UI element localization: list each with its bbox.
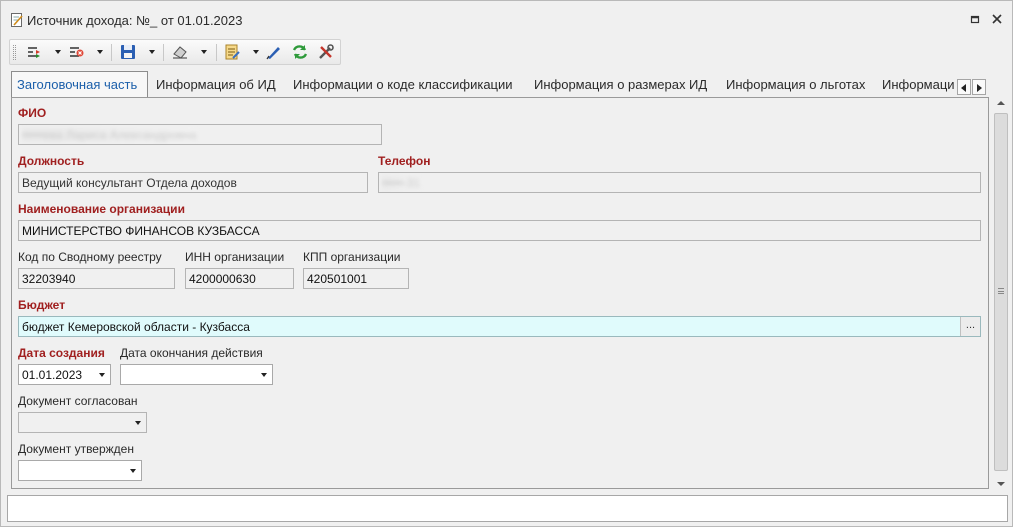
tools-button[interactable] (316, 42, 336, 62)
actions-button[interactable] (24, 42, 62, 62)
edit-icon (266, 47, 280, 60)
tab-scroll-left[interactable] (957, 79, 971, 95)
tab-more[interactable]: Информаци (882, 73, 956, 96)
budget-label: Бюджет (18, 298, 66, 312)
tab-classification-code[interactable]: Информации о коде классификации (293, 73, 513, 96)
tab-id-amounts[interactable]: Информация о размерах ИД (534, 73, 707, 96)
expires-date-picker[interactable] (120, 364, 273, 385)
created-date-picker[interactable]: 01.01.2023 (18, 364, 111, 385)
org-name-label: Наименование организации (18, 202, 185, 216)
inn-label: ИНН организации (185, 250, 285, 264)
phone-field[interactable]: •••••-31 (378, 172, 981, 193)
scroll-down-icon[interactable] (997, 482, 1005, 486)
save-button[interactable] (118, 42, 156, 62)
created-date-value: 01.01.2023 (22, 368, 83, 382)
close-icon (992, 14, 1002, 24)
actions-icon (28, 47, 40, 58)
approved-label: Документ утвержден (18, 442, 134, 456)
scroll-thumb[interactable] (994, 113, 1008, 471)
title-bar: Источник дохода: №_ от 01.01.2023 (1, 1, 1012, 37)
created-date-label: Дата создания (18, 346, 105, 360)
position-label: Должность (18, 154, 85, 168)
agreed-combo[interactable] (18, 412, 147, 433)
approved-combo[interactable] (18, 460, 142, 481)
chevron-right-icon (977, 84, 982, 92)
vertical-scrollbar[interactable] (993, 99, 1009, 489)
clear-icon (173, 46, 187, 59)
tab-scroll-right[interactable] (972, 79, 986, 95)
tab-id-info[interactable]: Информация об ИД (156, 73, 276, 96)
budget-field[interactable]: бюджет Кемеровской области - Кузбасса ..… (18, 316, 981, 337)
chevron-down-icon[interactable] (135, 421, 141, 425)
chevron-down-icon[interactable] (261, 373, 267, 377)
org-name-field[interactable]: МИНИСТЕРСТВО ФИНАНСОВ КУЗБАССА (18, 220, 981, 241)
restore-icon (970, 15, 980, 24)
tools-icon (319, 44, 334, 59)
restore-button[interactable] (967, 11, 983, 27)
close-button[interactable] (989, 11, 1005, 27)
chevron-left-icon (961, 84, 966, 92)
tab-benefits[interactable]: Информация о льготах (726, 73, 865, 96)
tab-header-part[interactable]: Заголовочная часть (11, 71, 148, 97)
fio-value: •••••ева Лариса Александровна (22, 128, 197, 142)
clear-button[interactable] (170, 42, 208, 62)
delete-action-button[interactable] (66, 42, 104, 62)
document-button[interactable] (222, 42, 260, 62)
toolbar (9, 39, 341, 65)
document-edit-icon (11, 13, 23, 27)
kpp-label: КПП организации (303, 250, 401, 264)
document-icon (225, 44, 240, 60)
expires-date-label: Дата окончания действия (120, 346, 263, 360)
toolbar-grip[interactable] (13, 45, 16, 60)
status-panel (7, 495, 1008, 522)
registry-code-label: Код по Сводному реестру (18, 250, 162, 264)
header-part-panel: ФИО •••••ева Лариса Александровна Должно… (11, 97, 989, 489)
registry-code-field[interactable]: 32203940 (18, 268, 175, 289)
fio-label: ФИО (18, 106, 47, 120)
save-icon (121, 45, 135, 59)
scroll-up-icon[interactable] (997, 101, 1005, 105)
chevron-down-icon[interactable] (130, 469, 136, 473)
fio-field[interactable]: •••••ева Лариса Александровна (18, 124, 382, 145)
agreed-label: Документ согласован (18, 394, 138, 408)
budget-value: бюджет Кемеровской области - Кузбасса (22, 320, 250, 334)
kpp-field[interactable]: 420501001 (303, 268, 409, 289)
tab-strip: Заголовочная часть Информация об ИД Инфо… (11, 71, 989, 97)
inn-field[interactable]: 4200000630 (185, 268, 294, 289)
refresh-button[interactable] (290, 42, 310, 62)
grip-icon (998, 288, 1004, 294)
budget-select-button[interactable]: ... (960, 317, 980, 336)
window-title: Источник дохода: №_ от 01.01.2023 (27, 13, 243, 28)
chevron-down-icon[interactable] (99, 373, 105, 377)
delete-action-icon (70, 47, 84, 57)
refresh-icon (292, 45, 308, 59)
phone-label: Телефон (378, 154, 431, 168)
edit-button[interactable] (264, 42, 284, 62)
position-field[interactable]: Ведущий консультант Отдела доходов (18, 172, 368, 193)
source-of-income-window: Источник дохода: №_ от 01.01.2023 Заголо… (0, 0, 1013, 527)
phone-value: •••••-31 (382, 176, 421, 190)
